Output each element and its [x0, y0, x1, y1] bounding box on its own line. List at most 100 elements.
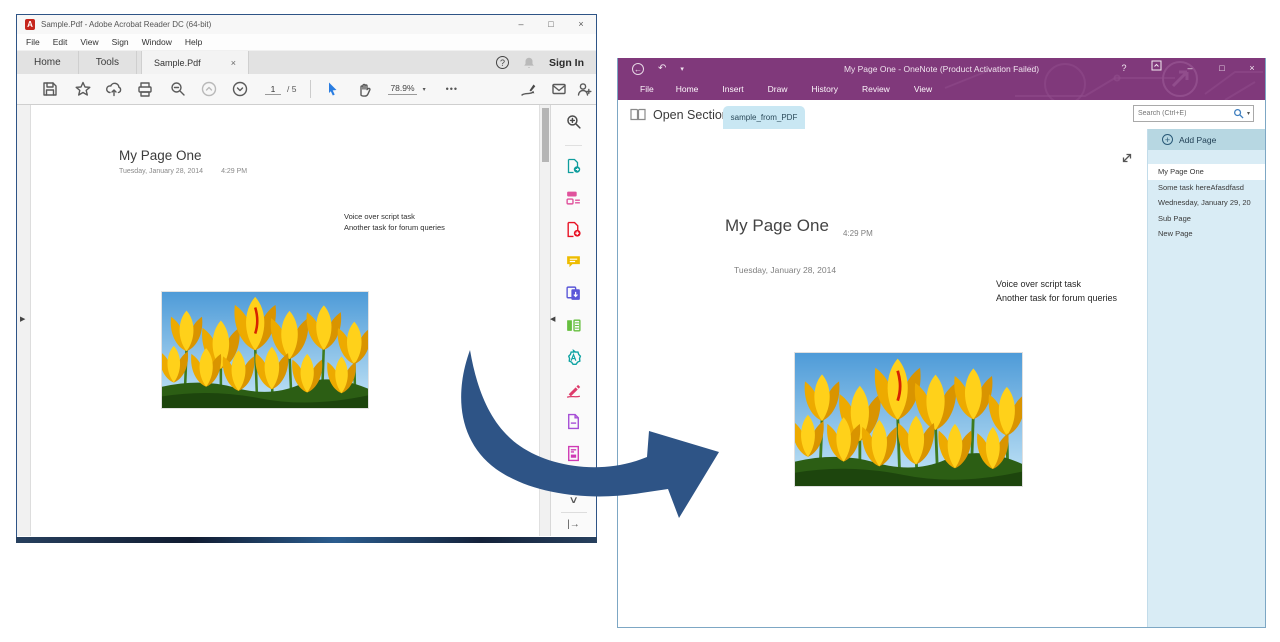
fill-sign-icon[interactable] [565, 381, 582, 398]
ribbon-tab-review[interactable]: Review [850, 79, 902, 100]
page-list-sidebar: + Add Page My Page One Some task hereAfa… [1147, 129, 1265, 627]
pdf-page-title: My Page One [119, 148, 202, 163]
acrobat-titlebar[interactable]: A Sample.Pdf - Adobe Acrobat Reader DC (… [17, 15, 596, 34]
create-pdf-icon[interactable] [565, 221, 582, 238]
page-number-input[interactable] [265, 84, 281, 95]
save-icon[interactable] [41, 80, 59, 98]
search-scope-dropdown-icon[interactable]: ▾ [1247, 110, 1250, 117]
onenote-titlebar[interactable]: ← ↶ ▾ My Page One - OneNote (Product Act… [618, 58, 1265, 79]
tab-tools[interactable]: Tools [79, 51, 137, 74]
panel-expand-icon[interactable]: |→ [567, 519, 580, 530]
tab-close-icon[interactable]: × [231, 58, 236, 68]
page-list-item[interactable]: Some task hereAfasdfasd [1148, 180, 1265, 196]
book-icon[interactable] [630, 108, 646, 121]
tulip-image[interactable] [161, 291, 369, 409]
bell-icon[interactable] [522, 56, 536, 70]
page-total-label: / 5 [287, 84, 296, 94]
page-list-item[interactable]: Wednesday, January 29, 20 [1148, 195, 1265, 211]
page-list-item[interactable]: Sub Page [1148, 211, 1265, 227]
menu-file[interactable]: File [26, 37, 40, 47]
vertical-scrollbar[interactable] [539, 105, 550, 536]
star-icon[interactable] [74, 80, 92, 98]
organize-pages-icon[interactable] [565, 317, 582, 334]
cloud-upload-icon[interactable] [105, 80, 123, 98]
onenote-help-icon[interactable]: ? [1111, 58, 1137, 79]
add-page-label: Add Page [1179, 135, 1216, 145]
close-button[interactable]: × [566, 15, 596, 34]
panel-collapse-icon[interactable]: ◀ [550, 315, 555, 323]
scrollbar-thumb[interactable] [542, 108, 549, 162]
add-page-button[interactable]: + Add Page [1148, 129, 1265, 150]
menu-edit[interactable]: Edit [53, 37, 68, 47]
tab-document[interactable]: Sample.Pdf × [141, 51, 249, 74]
section-tab[interactable]: sample_from_PDF [723, 106, 805, 129]
convert-pdf-icon[interactable] [565, 349, 582, 366]
more-tools-icon[interactable]: ••• [446, 84, 458, 94]
ribbon-tab-insert[interactable]: Insert [710, 79, 755, 100]
combine-files-icon[interactable] [565, 285, 582, 302]
export-pdf-icon[interactable] [565, 145, 582, 174]
onenote-minimize-button[interactable]: – [1177, 58, 1203, 79]
ribbon-tab-view[interactable]: View [902, 79, 944, 100]
pdf-page-dateline: Tuesday, January 28, 20144:29 PM [119, 168, 247, 175]
page-down-icon[interactable] [231, 80, 249, 98]
zoom-dropdown-icon[interactable]: ▾ [423, 86, 426, 93]
pdf-page: My Page One Tuesday, January 28, 20144:2… [31, 105, 539, 536]
page-list-item[interactable]: New Page [1148, 226, 1265, 242]
sign-in-button[interactable]: Sign In [549, 57, 584, 69]
search-input[interactable] [1134, 110, 1233, 117]
fill-sign-pen-icon[interactable] [520, 80, 538, 98]
note-task-text[interactable]: Voice over script task Another task for … [996, 278, 1117, 305]
onenote-ribbon-tabs: File Home Insert Draw History Review Vie… [618, 79, 1265, 100]
panel-chevron-down-icon[interactable]: ∨ [568, 495, 578, 506]
comment-icon[interactable] [565, 253, 582, 270]
expand-diagonal-icon[interactable] [1120, 151, 1134, 165]
search-tool-icon[interactable] [565, 113, 582, 130]
onenote-maximize-button[interactable]: □ [1209, 58, 1235, 79]
zoom-out-icon[interactable] [169, 80, 187, 98]
email-icon[interactable] [550, 80, 568, 98]
pdf-page-date: Tuesday, January 28, 2014 [119, 168, 203, 175]
onenote-section-bar: Open Sections ▾ sample_from_PDF ▾ [618, 100, 1265, 129]
more-tools-panel-icon[interactable] [565, 445, 582, 462]
acrobat-window-bottom-border [16, 537, 597, 543]
note-page-time: 4:29 PM [843, 229, 873, 238]
ribbon-tab-history[interactable]: History [800, 79, 850, 100]
navigation-pane-strip[interactable]: ▶ [17, 105, 31, 536]
ribbon-tab-file[interactable]: File [630, 79, 664, 100]
menu-window[interactable]: Window [142, 37, 172, 47]
select-cursor-icon[interactable] [323, 80, 341, 98]
acrobat-content: ▶ My Page One Tuesday, January 28, 20144… [17, 105, 596, 536]
ribbon-tab-home[interactable]: Home [664, 79, 711, 100]
help-icon[interactable]: ? [496, 56, 509, 69]
page-list-item[interactable]: My Page One [1148, 164, 1265, 180]
account-add-icon[interactable] [575, 80, 593, 98]
onenote-body: My Page One 4:29 PM Tuesday, January 28,… [618, 129, 1265, 627]
send-document-icon[interactable] [565, 413, 582, 430]
tab-home[interactable]: Home [17, 51, 79, 74]
hand-tool-icon[interactable] [355, 80, 373, 98]
ribbon-tab-draw[interactable]: Draw [756, 79, 800, 100]
pdf-task-text: Voice over script task Another task for … [344, 212, 445, 233]
onenote-close-button[interactable]: × [1239, 58, 1265, 79]
onenote-page-canvas[interactable]: My Page One 4:29 PM Tuesday, January 28,… [618, 129, 1147, 627]
minimize-button[interactable]: – [506, 15, 536, 34]
print-icon[interactable] [136, 80, 154, 98]
acrobat-toolbar: / 5 78.9% ▾ ••• [17, 74, 596, 105]
edit-pdf-icon[interactable] [565, 189, 582, 206]
menu-sign[interactable]: Sign [112, 37, 129, 47]
menu-view[interactable]: View [80, 37, 98, 47]
ribbon-display-options-icon[interactable] [1143, 58, 1169, 79]
menu-help[interactable]: Help [185, 37, 202, 47]
search-box[interactable]: ▾ [1133, 105, 1254, 122]
note-tulip-image[interactable] [794, 352, 1023, 487]
maximize-button[interactable]: □ [536, 15, 566, 34]
search-icon[interactable] [1233, 108, 1244, 119]
zoom-level-value[interactable]: 78.9% [388, 83, 416, 95]
acrobat-window-title: Sample.Pdf - Adobe Acrobat Reader DC (64… [41, 20, 211, 29]
acrobat-window: A Sample.Pdf - Adobe Acrobat Reader DC (… [16, 14, 597, 538]
page-up-icon[interactable] [200, 80, 218, 98]
nav-expand-icon[interactable]: ▶ [20, 315, 25, 323]
page-list: My Page One Some task hereAfasdfasd Wedn… [1148, 164, 1265, 242]
note-page-title[interactable]: My Page One [725, 216, 829, 236]
